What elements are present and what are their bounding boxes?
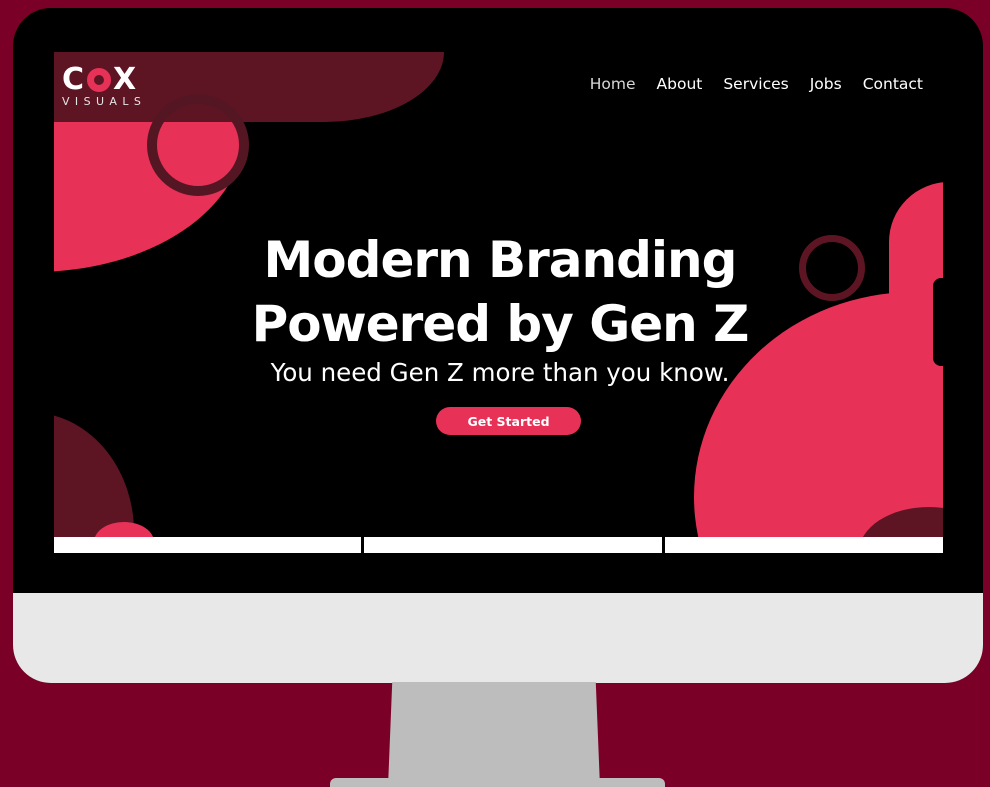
main-nav: Home About Services Jobs Contact bbox=[590, 75, 923, 93]
get-started-button[interactable]: Get Started bbox=[436, 407, 581, 435]
logo-ring-icon bbox=[87, 68, 112, 92]
monitor-stand bbox=[388, 682, 600, 787]
logo-letter: X bbox=[113, 62, 138, 97]
logo-wordmark: C X bbox=[62, 65, 146, 95]
brand-logo[interactable]: C X VISUALS bbox=[62, 65, 146, 108]
monitor-chin bbox=[13, 593, 983, 683]
hero-title: Modern Branding Powered by Gen Z bbox=[54, 228, 943, 356]
hero-title-line: Powered by Gen Z bbox=[251, 295, 750, 353]
monitor-stand-base bbox=[330, 778, 665, 787]
content-card bbox=[665, 537, 943, 553]
screen-side-tab bbox=[933, 278, 945, 366]
content-card bbox=[54, 537, 361, 553]
nav-jobs[interactable]: Jobs bbox=[810, 75, 842, 93]
hero-subtitle: You need Gen Z more than you know. bbox=[270, 358, 730, 387]
hero-title-line: Modern Branding bbox=[263, 231, 738, 289]
decor-blob bbox=[54, 412, 134, 537]
nav-about[interactable]: About bbox=[657, 75, 703, 93]
nav-services[interactable]: Services bbox=[723, 75, 788, 93]
logo-letter: C bbox=[62, 62, 86, 97]
website-screen: C X VISUALS Home About Services Jobs Con… bbox=[54, 52, 943, 537]
nav-home[interactable]: Home bbox=[590, 75, 636, 93]
content-card bbox=[364, 537, 662, 553]
logo-subtext: VISUALS bbox=[62, 95, 147, 108]
decor-ring bbox=[147, 94, 249, 196]
nav-contact[interactable]: Contact bbox=[863, 75, 923, 93]
